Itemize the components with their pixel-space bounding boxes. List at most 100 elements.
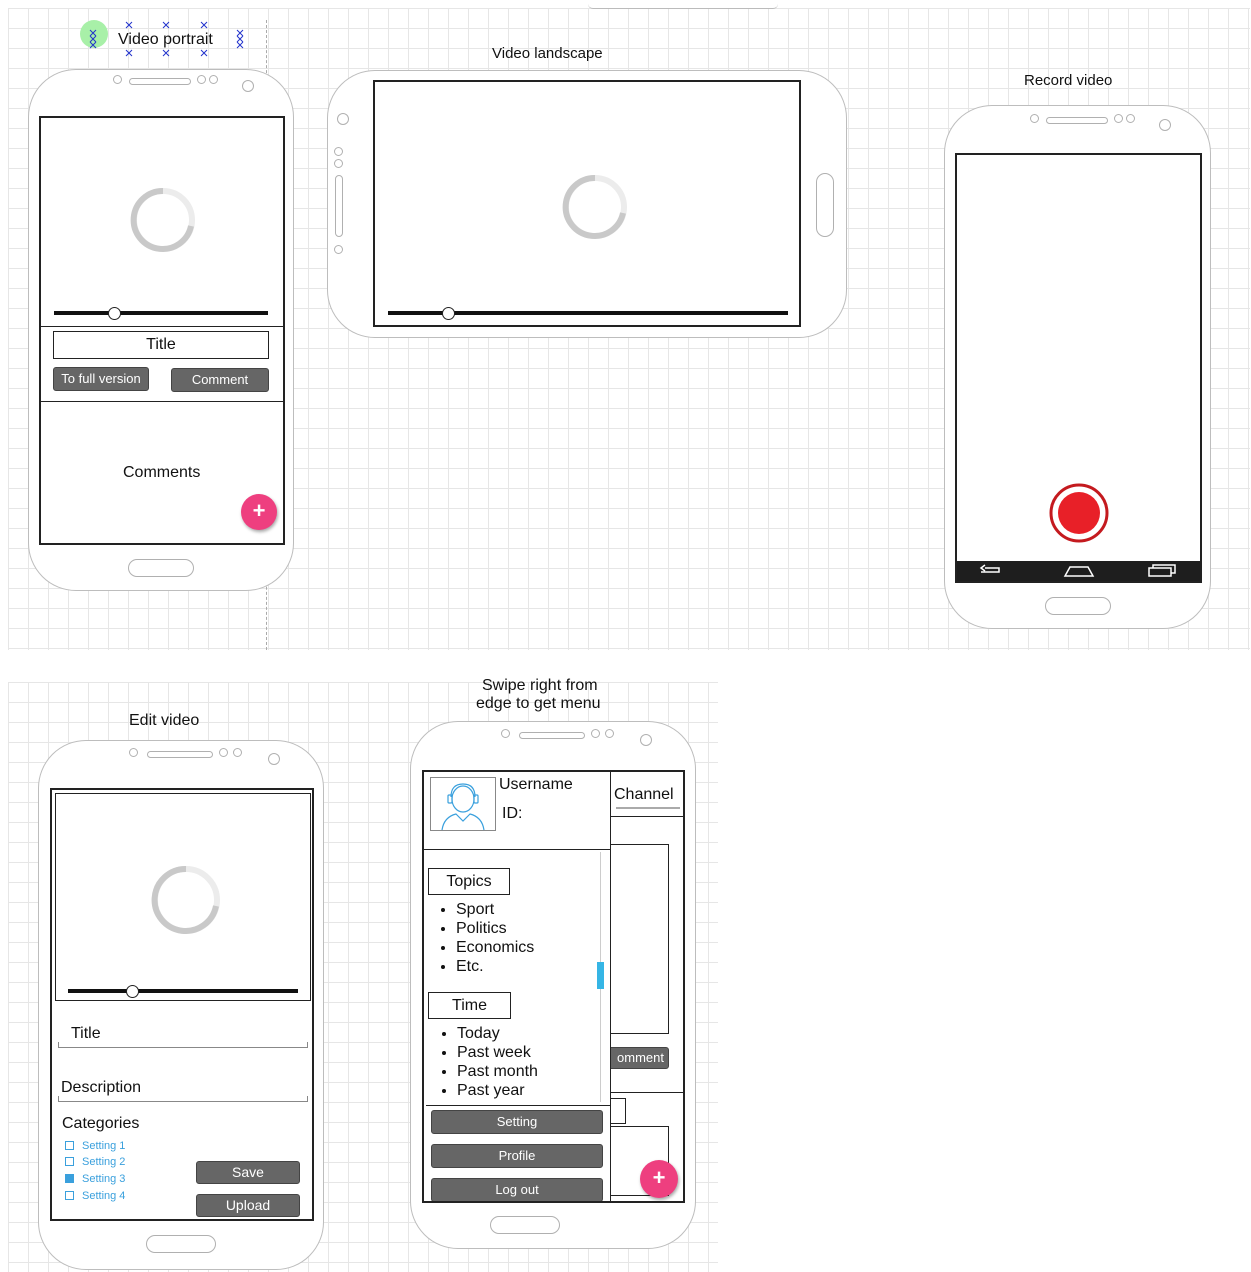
topic-item[interactable]: Politics — [456, 919, 534, 938]
setting-button[interactable]: Setting — [431, 1110, 603, 1134]
home-button[interactable] — [128, 559, 194, 577]
landscape-screen — [373, 80, 801, 327]
record-button-icon[interactable] — [1048, 482, 1110, 544]
channel-tab[interactable]: Channel — [610, 782, 682, 810]
description-field[interactable]: Description — [58, 1078, 308, 1102]
seekbar-knob[interactable] — [108, 307, 121, 320]
sensor-dot — [113, 75, 122, 84]
behind-divider-2 — [610, 1092, 683, 1093]
setting-label: Setting 4 — [82, 1190, 126, 1202]
menu-label-line2: edge to get menu — [476, 695, 601, 712]
topic-item[interactable]: Etc. — [456, 957, 534, 976]
android-nav-bar — [957, 561, 1200, 581]
seekbar-knob[interactable] — [126, 985, 139, 998]
add-fab-button[interactable]: + — [640, 1160, 678, 1198]
sensor-dot — [605, 729, 614, 738]
logout-button[interactable]: Log out — [431, 1178, 603, 1201]
speaker-grille — [147, 751, 213, 758]
sensor-dot — [1030, 114, 1039, 123]
top-page-edge — [588, 4, 778, 9]
sensor-dot — [334, 159, 343, 168]
title-box: Title — [53, 331, 269, 359]
sensor-dot — [129, 748, 138, 757]
time-header: Time — [428, 992, 511, 1019]
video-seekbar[interactable] — [68, 989, 298, 993]
topics-header: Topics — [428, 868, 510, 895]
setting-label: Setting 2 — [82, 1156, 126, 1168]
menu-screen: Channel omment Username ID: Topics Sport… — [422, 770, 685, 1203]
back-icon[interactable] — [977, 564, 1005, 578]
setting-label: Setting 1 — [82, 1140, 126, 1152]
setting-checkbox-1[interactable]: Setting 1 — [65, 1140, 125, 1152]
profile-divider — [424, 849, 610, 850]
speaker-grille — [1046, 117, 1108, 124]
checkbox-box[interactable] — [65, 1156, 74, 1166]
sensor-dot — [501, 729, 510, 738]
setting-checkbox-2[interactable]: Setting 2 — [65, 1156, 125, 1168]
edit-screen: Title Description Categories Setting 1 S… — [50, 788, 314, 1221]
loading-spinner-icon — [562, 174, 627, 239]
add-fab-button[interactable]: + — [241, 494, 277, 530]
sensor-dot — [1126, 114, 1135, 123]
front-camera — [1159, 119, 1171, 131]
channel-tab-label: Channel — [614, 786, 674, 803]
menu-label-line1: Swipe right from — [482, 677, 598, 694]
home-button[interactable] — [816, 173, 834, 237]
sensor-dot — [334, 245, 343, 254]
profile-button[interactable]: Profile — [431, 1144, 603, 1168]
title-field[interactable]: Title — [58, 1024, 308, 1048]
portrait-screen: Title To full version Comment Comments + — [39, 116, 285, 545]
checkbox-box[interactable] — [65, 1140, 74, 1150]
recent-apps-icon[interactable] — [1147, 564, 1177, 578]
front-camera — [337, 113, 349, 125]
selection-markers — [89, 21, 244, 57]
sensor-dot — [209, 75, 218, 84]
avatar-icon[interactable] — [430, 777, 496, 831]
categories-label: Categories — [62, 1115, 140, 1132]
speaker-grille — [519, 732, 585, 739]
description-field-text: Description — [61, 1079, 142, 1096]
record-screen — [955, 153, 1202, 583]
home-button[interactable] — [490, 1216, 560, 1234]
actions-divider — [426, 1105, 610, 1106]
checkbox-box[interactable] — [65, 1190, 74, 1200]
topic-item[interactable]: Sport — [456, 900, 534, 919]
time-item[interactable]: Past year — [457, 1081, 538, 1100]
channel-tab-underline — [616, 807, 680, 809]
time-item[interactable]: Past week — [457, 1043, 538, 1062]
record-video-label: Record video — [1024, 72, 1113, 89]
time-item[interactable]: Past month — [457, 1062, 538, 1081]
video-area — [55, 793, 311, 1001]
loading-spinner-icon — [151, 865, 220, 934]
home-nav-icon[interactable] — [1063, 564, 1095, 578]
sensor-dot — [1114, 114, 1123, 123]
video-seekbar[interactable] — [54, 311, 268, 315]
setting-checkbox-4[interactable]: Setting 4 — [65, 1190, 125, 1202]
video-landscape-label: Video landscape — [492, 45, 603, 62]
topic-item[interactable]: Economics — [456, 938, 534, 957]
home-button[interactable] — [146, 1235, 216, 1253]
loading-spinner-icon — [130, 187, 195, 252]
sensor-dot — [591, 729, 600, 738]
behind-video-box — [610, 844, 669, 1034]
checkbox-box-checked[interactable] — [65, 1173, 74, 1183]
upload-button[interactable]: Upload — [196, 1194, 300, 1217]
sensor-dot — [197, 75, 206, 84]
sensor-dot — [219, 748, 228, 757]
front-camera — [242, 80, 254, 92]
side-drawer: Username ID: Topics Sport Politics Econo… — [424, 772, 611, 1201]
video-divider — [41, 326, 283, 327]
sensor-dot — [233, 748, 242, 757]
save-button[interactable]: Save — [196, 1161, 300, 1184]
comment-button[interactable]: Comment — [171, 368, 269, 392]
time-item[interactable]: Today — [457, 1024, 538, 1043]
drawer-scrollbar[interactable] — [597, 962, 604, 989]
seekbar-knob[interactable] — [442, 307, 455, 320]
setting-checkbox-3[interactable]: Setting 3 — [65, 1173, 125, 1185]
front-camera — [640, 734, 652, 746]
speaker-grille — [129, 78, 191, 85]
to-full-version-button[interactable]: To full version — [53, 367, 149, 391]
sensor-dot — [334, 147, 343, 156]
home-button[interactable] — [1045, 597, 1111, 615]
id-text: ID: — [502, 805, 523, 822]
